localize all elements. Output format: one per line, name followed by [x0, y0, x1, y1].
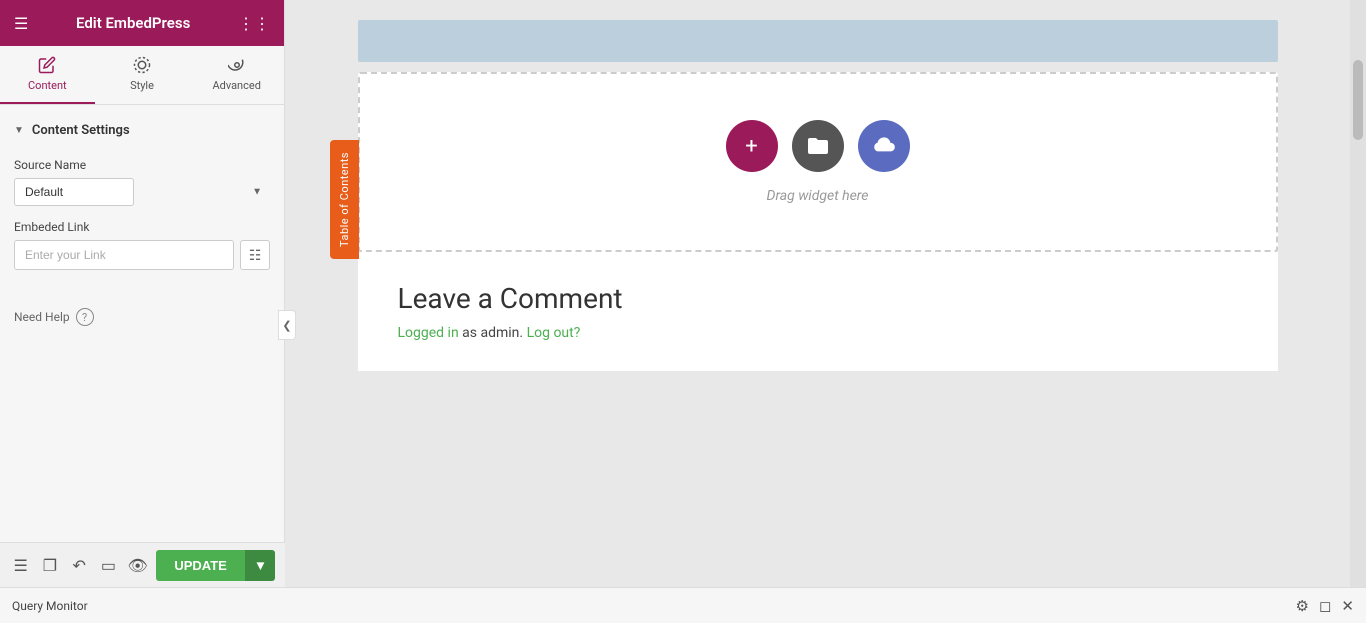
- query-monitor-bar: Query Monitor ⚙ ◻ ✕: [0, 587, 1366, 623]
- sidebar-content: ▼ Content Settings Source Name Default ▼…: [0, 105, 284, 542]
- embed-link-input[interactable]: [14, 240, 234, 270]
- widgets-icon[interactable]: ❐: [39, 550, 60, 580]
- source-name-select[interactable]: Default: [14, 178, 134, 206]
- main-content: +: [285, 0, 1350, 587]
- layers-icon[interactable]: ☰: [10, 550, 31, 580]
- bottom-toolbar: ☰ ❐ ↶ ▭ 👁 UPDATE ▼: [0, 542, 285, 587]
- embed-link-input-row: ☷: [14, 240, 270, 270]
- undo-icon[interactable]: ↶: [69, 550, 90, 580]
- drag-text: Drag widget here: [767, 188, 869, 204]
- tab-content-label: Content: [28, 79, 67, 92]
- drag-zone-inner: +: [726, 120, 910, 204]
- help-icon: ?: [76, 308, 94, 326]
- embed-link-row: Embeded Link ☷: [14, 220, 270, 270]
- add-widget-button[interactable]: +: [726, 120, 778, 172]
- canvas-area: +: [285, 0, 1350, 587]
- update-button[interactable]: UPDATE: [156, 550, 244, 581]
- comment-title: Leave a Comment: [398, 282, 1238, 315]
- update-dropdown-button[interactable]: ▼: [245, 550, 275, 581]
- need-help-label: Need Help: [14, 310, 70, 324]
- select-arrow-icon: ▼: [252, 187, 262, 198]
- cloud-button[interactable]: [858, 120, 910, 172]
- logout-link[interactable]: Log out?: [527, 325, 581, 341]
- preview-icon[interactable]: 👁: [127, 550, 148, 580]
- comment-section: Leave a Comment Logged in as admin. Log …: [358, 252, 1278, 371]
- drag-icons: +: [726, 120, 910, 172]
- source-name-select-wrapper: Default ▼: [14, 178, 270, 206]
- qm-close-icon[interactable]: ✕: [1341, 597, 1354, 615]
- grid-icon[interactable]: ⋮⋮: [238, 14, 270, 33]
- tab-content[interactable]: Content: [0, 46, 95, 104]
- toc-tab[interactable]: Table of Contents: [330, 140, 359, 259]
- folder-button[interactable]: [792, 120, 844, 172]
- qm-settings-icon[interactable]: ⚙: [1296, 597, 1309, 615]
- collapse-button[interactable]: ❮: [278, 310, 296, 340]
- query-monitor-icons: ⚙ ◻ ✕: [1296, 597, 1354, 615]
- query-monitor-label: Query Monitor: [12, 599, 1296, 613]
- embed-link-label: Embeded Link: [14, 220, 270, 234]
- tab-style-label: Style: [130, 79, 154, 92]
- need-help-section[interactable]: Need Help ?: [0, 296, 284, 338]
- drag-zone: +: [358, 72, 1278, 252]
- tab-advanced[interactable]: Advanced: [189, 46, 284, 104]
- right-scrollbar[interactable]: [1350, 0, 1366, 587]
- sidebar-title: Edit EmbedPress: [76, 14, 190, 32]
- top-bar: [358, 20, 1278, 62]
- sidebar: ☰ Edit EmbedPress ⋮⋮ Content Style Advan…: [0, 0, 285, 587]
- sidebar-tabs: Content Style Advanced: [0, 46, 284, 105]
- tab-advanced-label: Advanced: [212, 79, 260, 92]
- section-label: Content Settings: [32, 123, 130, 138]
- toc-label: Table of Contents: [338, 152, 351, 247]
- list-icon-button[interactable]: ☷: [240, 240, 270, 270]
- as-text: as admin.: [462, 325, 523, 341]
- source-name-row: Source Name Default ▼: [14, 158, 270, 206]
- tab-style[interactable]: Style: [95, 46, 190, 104]
- form-area: Source Name Default ▼ Embeded Link ☷: [0, 146, 284, 296]
- scrollbar-thumb: [1353, 60, 1363, 140]
- logged-in-link[interactable]: Logged in: [398, 325, 459, 341]
- sidebar-bottom: ☰ ❐ ↶ ▭ 👁 UPDATE ▼: [0, 542, 284, 587]
- menu-icon[interactable]: ☰: [14, 14, 28, 33]
- content-settings-header[interactable]: ▼ Content Settings: [0, 115, 284, 146]
- section-arrow: ▼: [14, 125, 24, 136]
- responsive-icon[interactable]: ▭: [98, 550, 119, 580]
- canvas-inner: +: [358, 20, 1278, 371]
- qm-external-icon[interactable]: ◻: [1319, 597, 1331, 615]
- update-btn-group: UPDATE ▼: [156, 550, 275, 581]
- source-name-label: Source Name: [14, 158, 270, 172]
- comment-subtitle: Logged in as admin. Log out?: [398, 325, 1238, 341]
- sidebar-header: ☰ Edit EmbedPress ⋮⋮: [0, 0, 284, 46]
